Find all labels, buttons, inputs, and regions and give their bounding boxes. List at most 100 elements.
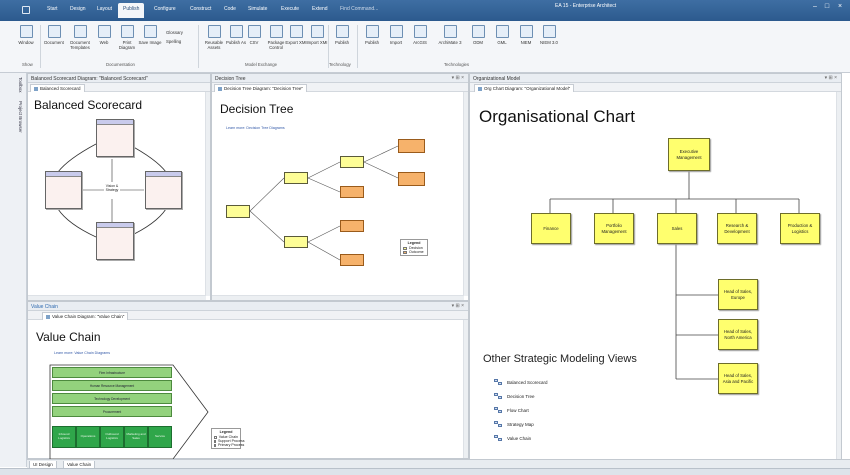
odm-icon bbox=[471, 25, 485, 38]
import-button[interactable]: Import bbox=[384, 24, 408, 45]
support-row[interactable]: Procurement bbox=[52, 406, 172, 417]
technology-publish-button[interactable]: Publish bbox=[330, 24, 354, 45]
scorecard-customer-box[interactable] bbox=[45, 171, 82, 209]
glossary-button[interactable]: Glossary bbox=[166, 30, 183, 35]
archimate-icon bbox=[443, 25, 457, 38]
app-menu-icon[interactable] bbox=[22, 6, 30, 14]
printer-icon bbox=[120, 25, 134, 38]
diagram-icon bbox=[494, 435, 503, 441]
templates-icon bbox=[73, 25, 87, 38]
organizational-model-pane: Organizational Model ▾ ⊞ × Org Chart Diag… bbox=[469, 73, 842, 467]
print-diagram-button[interactable]: Print Diagram bbox=[115, 24, 139, 50]
primary-activity[interactable]: Outbound Logistics bbox=[100, 426, 124, 448]
csv-button[interactable]: CSV bbox=[242, 24, 266, 45]
tab-code[interactable]: Code bbox=[224, 6, 236, 12]
org-node[interactable]: Finance bbox=[531, 213, 571, 244]
group-documentation-label: Documentation bbox=[106, 62, 135, 67]
org-node[interactable]: Production & Logistics bbox=[780, 213, 820, 244]
org-node[interactable]: Portfolio Management bbox=[594, 213, 634, 244]
support-row[interactable]: Human Resource Management bbox=[52, 380, 172, 391]
outcome-node[interactable] bbox=[340, 220, 364, 232]
reusable-assets-button[interactable]: Reusable Assets bbox=[202, 24, 226, 50]
outcome-node[interactable] bbox=[340, 186, 364, 198]
group-show-label: Show bbox=[22, 62, 33, 67]
scorecard-process-box[interactable] bbox=[145, 171, 182, 209]
publish-icon bbox=[365, 25, 379, 38]
outcome-node[interactable] bbox=[340, 254, 364, 266]
save-image-button[interactable]: Save Image bbox=[138, 24, 162, 45]
group-technologies-label: Technologies bbox=[444, 62, 470, 67]
diagram-icon bbox=[494, 379, 503, 385]
archimate-button[interactable]: ArchiMate 3 bbox=[436, 24, 464, 45]
minimize-button[interactable]: – bbox=[810, 3, 820, 11]
horizontal-scrollbar[interactable] bbox=[28, 295, 206, 300]
view-link[interactable]: Flow Chart bbox=[494, 407, 529, 413]
vertical-scrollbar[interactable] bbox=[463, 92, 468, 296]
tab-construct[interactable]: Construct bbox=[190, 6, 211, 12]
vertical-scrollbar[interactable] bbox=[205, 92, 210, 296]
gml-button[interactable]: GML bbox=[490, 24, 514, 45]
balanced-scorecard-pane: Balanced Scorecard Diagram: "Balanced Sc… bbox=[27, 73, 211, 301]
window-button[interactable]: Window bbox=[14, 24, 38, 45]
org-node[interactable]: Head of Sales, North America bbox=[718, 319, 758, 350]
org-node[interactable]: Head of Sales, Europe bbox=[718, 279, 758, 310]
vertical-scrollbar[interactable] bbox=[836, 92, 841, 462]
primary-activity[interactable]: Service bbox=[148, 426, 172, 448]
views-heading: Other Strategic Modeling Views bbox=[483, 353, 637, 365]
org-node-root[interactable]: Executive Management bbox=[668, 138, 710, 171]
view-link[interactable]: Balanced Scorecard bbox=[494, 379, 548, 385]
project-browser-tab[interactable]: Project Browser bbox=[18, 101, 23, 133]
scorecard-learning-box[interactable] bbox=[96, 222, 134, 260]
toolbox-tab[interactable]: Toolbox bbox=[18, 77, 23, 93]
decision-node[interactable] bbox=[284, 236, 308, 248]
tab-simulate[interactable]: Simulate bbox=[248, 6, 267, 12]
niem3-button[interactable]: NIEM 3.0 bbox=[537, 24, 561, 45]
document-templates-button[interactable]: Document Templates bbox=[66, 24, 94, 50]
horizontal-scrollbar[interactable] bbox=[212, 295, 464, 300]
support-row[interactable]: Firm Infrastructure bbox=[52, 367, 172, 378]
import-icon bbox=[389, 25, 403, 38]
outcome-node[interactable] bbox=[398, 172, 425, 186]
view-link[interactable]: Value Chain bbox=[494, 435, 531, 441]
technologies-publish-button[interactable]: Publish bbox=[360, 24, 384, 45]
decision-root-node[interactable] bbox=[226, 205, 250, 218]
tab-publish[interactable]: Publish bbox=[118, 3, 145, 18]
primary-activity[interactable]: Marketing and Sales bbox=[124, 426, 148, 448]
support-row[interactable]: Technology Development bbox=[52, 393, 172, 404]
arcgis-button[interactable]: ArcGIS bbox=[408, 24, 432, 45]
spelling-button[interactable]: Spelling bbox=[166, 39, 181, 44]
decision-node[interactable] bbox=[340, 156, 364, 168]
document-button[interactable]: Document bbox=[42, 24, 66, 45]
import-xmi-button[interactable]: Import XMI bbox=[305, 24, 329, 45]
tab-extend[interactable]: Extend bbox=[312, 6, 328, 12]
tab-design[interactable]: Design bbox=[70, 6, 86, 12]
value-chain-legend: Legend Value Chain Support Process Prima… bbox=[211, 428, 245, 449]
view-link[interactable]: Decision Tree bbox=[494, 393, 535, 399]
org-node[interactable]: Research & Development bbox=[717, 213, 757, 244]
tab-execute[interactable]: Execute bbox=[281, 6, 299, 12]
maximize-button[interactable]: □ bbox=[822, 3, 832, 11]
side-dock: Toolbox Project Browser bbox=[0, 73, 27, 467]
close-button[interactable]: × bbox=[835, 3, 845, 11]
diagram-icon bbox=[494, 407, 503, 413]
vision-strategy-label: Vision & Strategy bbox=[105, 184, 119, 192]
view-link[interactable]: Strategy Map bbox=[494, 421, 534, 427]
tab-start[interactable]: Start bbox=[47, 6, 58, 12]
niem-button[interactable]: NIEM bbox=[514, 24, 538, 45]
web-button[interactable]: Web bbox=[92, 24, 116, 45]
decision-node[interactable] bbox=[284, 172, 308, 184]
find-command-input[interactable]: Find Command... bbox=[340, 6, 378, 12]
primary-activity[interactable]: Operations bbox=[76, 426, 100, 448]
scorecard-financial-box[interactable] bbox=[96, 119, 134, 157]
primary-activity[interactable]: Inbound Logistics bbox=[52, 426, 76, 448]
value-chain-pane: Value Chain ▾ ⊞ × Value Chain Diagram: "V… bbox=[27, 301, 469, 460]
tab-configure[interactable]: Configure bbox=[154, 6, 176, 12]
org-node[interactable]: Sales bbox=[657, 213, 697, 244]
outcome-node[interactable] bbox=[398, 139, 425, 153]
vertical-scrollbar[interactable] bbox=[463, 320, 468, 458]
tab-layout[interactable]: Layout bbox=[97, 6, 112, 12]
document-icon bbox=[47, 25, 61, 38]
niem-icon bbox=[519, 25, 533, 38]
org-node[interactable]: Head of Sales, Asia and Pacific bbox=[718, 363, 758, 394]
odm-button[interactable]: ODM bbox=[466, 24, 490, 45]
